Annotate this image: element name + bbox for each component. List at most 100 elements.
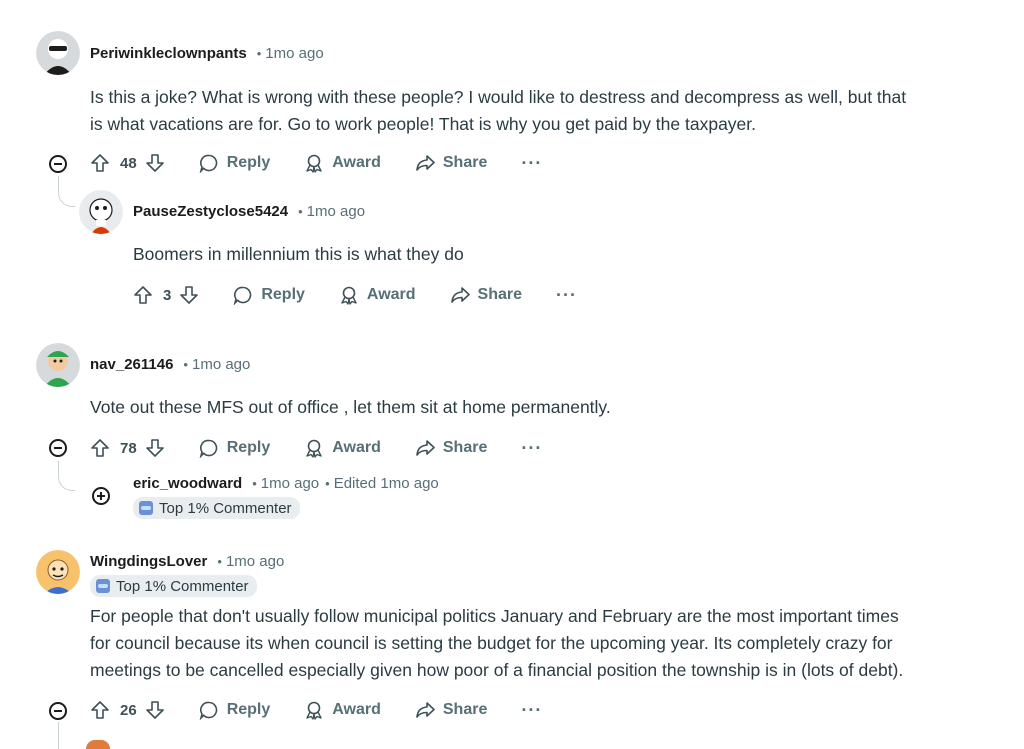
award-button[interactable]: Award bbox=[304, 700, 381, 720]
downvote-icon bbox=[145, 701, 164, 719]
vote-count: 3 bbox=[163, 286, 172, 304]
downvote-button[interactable] bbox=[179, 285, 199, 305]
flair-label: Top 1% Commenter bbox=[159, 499, 292, 517]
award-button[interactable]: Award bbox=[304, 153, 381, 173]
downvote-button[interactable] bbox=[145, 700, 165, 720]
comment-actions: 48 Reply Award Share ··· bbox=[90, 149, 542, 177]
vote-count: 48 bbox=[120, 154, 137, 172]
comment-line: meetings to be cancelled especially give… bbox=[90, 660, 904, 680]
upvote-icon bbox=[134, 286, 152, 304]
thread-line bbox=[58, 461, 59, 475]
reply-button[interactable]: Reply bbox=[199, 438, 271, 458]
share-button[interactable]: Share bbox=[450, 285, 522, 305]
comment-line: Vote out these MFS out of office , let t… bbox=[90, 397, 611, 417]
commenter-badge-icon bbox=[139, 501, 153, 515]
comment-body: Vote out these MFS out of office , let t… bbox=[90, 394, 611, 421]
timestamp[interactable]: 1mo ago bbox=[226, 553, 284, 570]
downvote-button[interactable] bbox=[145, 438, 165, 458]
share-button[interactable]: Share bbox=[415, 153, 487, 173]
award-label: Award bbox=[332, 701, 381, 718]
downvote-button[interactable] bbox=[145, 153, 165, 173]
comment-line: for council because its when council is … bbox=[90, 633, 893, 653]
thread-curve bbox=[58, 474, 75, 491]
collapse-thread-button[interactable] bbox=[49, 439, 67, 457]
upvote-button[interactable] bbox=[90, 438, 110, 458]
reply-button[interactable]: Reply bbox=[233, 285, 305, 305]
comment-meta: nav_261146 • 1mo ago bbox=[90, 355, 250, 375]
award-icon bbox=[341, 286, 357, 305]
avatar[interactable] bbox=[36, 31, 80, 75]
thread-line bbox=[58, 722, 59, 749]
comment-line: is what vacations are for. Go to work pe… bbox=[90, 114, 757, 134]
edited-label: Edited 1mo ago bbox=[333, 475, 439, 492]
reply-button[interactable]: Reply bbox=[199, 700, 270, 720]
user-flair: Top 1% Commenter bbox=[133, 497, 300, 519]
comment-bubble-icon bbox=[234, 286, 252, 305]
upvote-icon bbox=[91, 439, 109, 457]
separator-dot: • bbox=[183, 357, 188, 372]
timestamp[interactable]: 1mo ago bbox=[307, 203, 365, 220]
thread-curve bbox=[58, 190, 75, 207]
share-icon bbox=[416, 440, 435, 456]
comment-bubble-icon bbox=[199, 439, 217, 458]
separator-dot: • bbox=[252, 476, 257, 491]
author-name[interactable]: nav_261146 bbox=[90, 356, 173, 373]
avatar[interactable] bbox=[79, 190, 123, 234]
comment-line: Is this a joke? What is wrong with these… bbox=[90, 87, 907, 107]
award-icon bbox=[306, 439, 322, 458]
flair-label: Top 1% Commenter bbox=[116, 577, 249, 595]
avatar[interactable] bbox=[36, 343, 80, 387]
share-button[interactable]: Share bbox=[415, 438, 487, 458]
share-label: Share bbox=[442, 154, 488, 171]
reply-label: Reply bbox=[226, 439, 271, 456]
comment-body: For people that don't usually follow mun… bbox=[90, 603, 903, 684]
commenter-badge-icon bbox=[96, 579, 110, 593]
award-icon bbox=[306, 154, 322, 173]
reply-label: Reply bbox=[261, 286, 305, 303]
author-name[interactable]: WingdingsLover bbox=[90, 553, 207, 570]
author-name[interactable]: eric_woodward bbox=[133, 475, 242, 492]
expand-thread-button[interactable] bbox=[92, 487, 110, 505]
comment-meta: PauseZestyclose5424 • 1mo ago bbox=[133, 202, 365, 222]
share-label: Share bbox=[477, 286, 522, 303]
collapse-thread-button[interactable] bbox=[49, 155, 67, 173]
downvote-icon bbox=[180, 286, 199, 304]
author-name[interactable]: PauseZestyclose5424 bbox=[133, 203, 288, 220]
share-button[interactable]: Share bbox=[415, 700, 487, 720]
next-avatar-peek bbox=[86, 740, 110, 749]
more-options-button[interactable]: ··· bbox=[521, 153, 542, 174]
timestamp[interactable]: 1mo ago bbox=[261, 475, 319, 492]
avatar[interactable] bbox=[36, 550, 80, 594]
upvote-button[interactable] bbox=[90, 700, 110, 720]
upvote-button[interactable] bbox=[133, 285, 153, 305]
award-label: Award bbox=[366, 286, 416, 303]
award-label: Award bbox=[332, 154, 381, 171]
comment-body: Is this a joke? What is wrong with these… bbox=[90, 84, 906, 138]
comment-body: Boomers in millennium this is what they … bbox=[133, 241, 464, 268]
comment-meta: eric_woodward • 1mo ago • Edited 1mo ago bbox=[133, 474, 439, 494]
more-options-button[interactable]: ··· bbox=[556, 285, 577, 306]
author-name[interactable]: Periwinkleclownpants bbox=[90, 45, 247, 62]
timestamp[interactable]: 1mo ago bbox=[265, 45, 323, 62]
award-button[interactable]: Award bbox=[339, 285, 416, 305]
vote-count: 78 bbox=[120, 439, 137, 457]
more-options-button[interactable]: ··· bbox=[521, 700, 542, 721]
award-button[interactable]: Award bbox=[304, 438, 381, 458]
upvote-icon bbox=[91, 154, 109, 172]
share-icon bbox=[416, 155, 435, 171]
separator-dot: • bbox=[298, 204, 303, 219]
collapse-thread-button[interactable] bbox=[49, 702, 67, 720]
upvote-button[interactable] bbox=[90, 153, 110, 173]
comment-actions: 3 Reply Award Share ··· bbox=[133, 281, 577, 309]
comment-line: Boomers in millennium this is what they … bbox=[133, 244, 464, 264]
timestamp[interactable]: 1mo ago bbox=[192, 356, 250, 373]
reply-label: Reply bbox=[226, 154, 271, 171]
more-options-button[interactable]: ··· bbox=[521, 438, 542, 459]
award-icon bbox=[306, 701, 322, 720]
downvote-icon bbox=[145, 154, 164, 172]
comment-line: For people that don't usually follow mun… bbox=[90, 606, 899, 626]
reply-button[interactable]: Reply bbox=[199, 153, 271, 173]
downvote-icon bbox=[145, 439, 164, 457]
upvote-icon bbox=[91, 701, 109, 719]
user-flair: Top 1% Commenter bbox=[90, 575, 257, 597]
